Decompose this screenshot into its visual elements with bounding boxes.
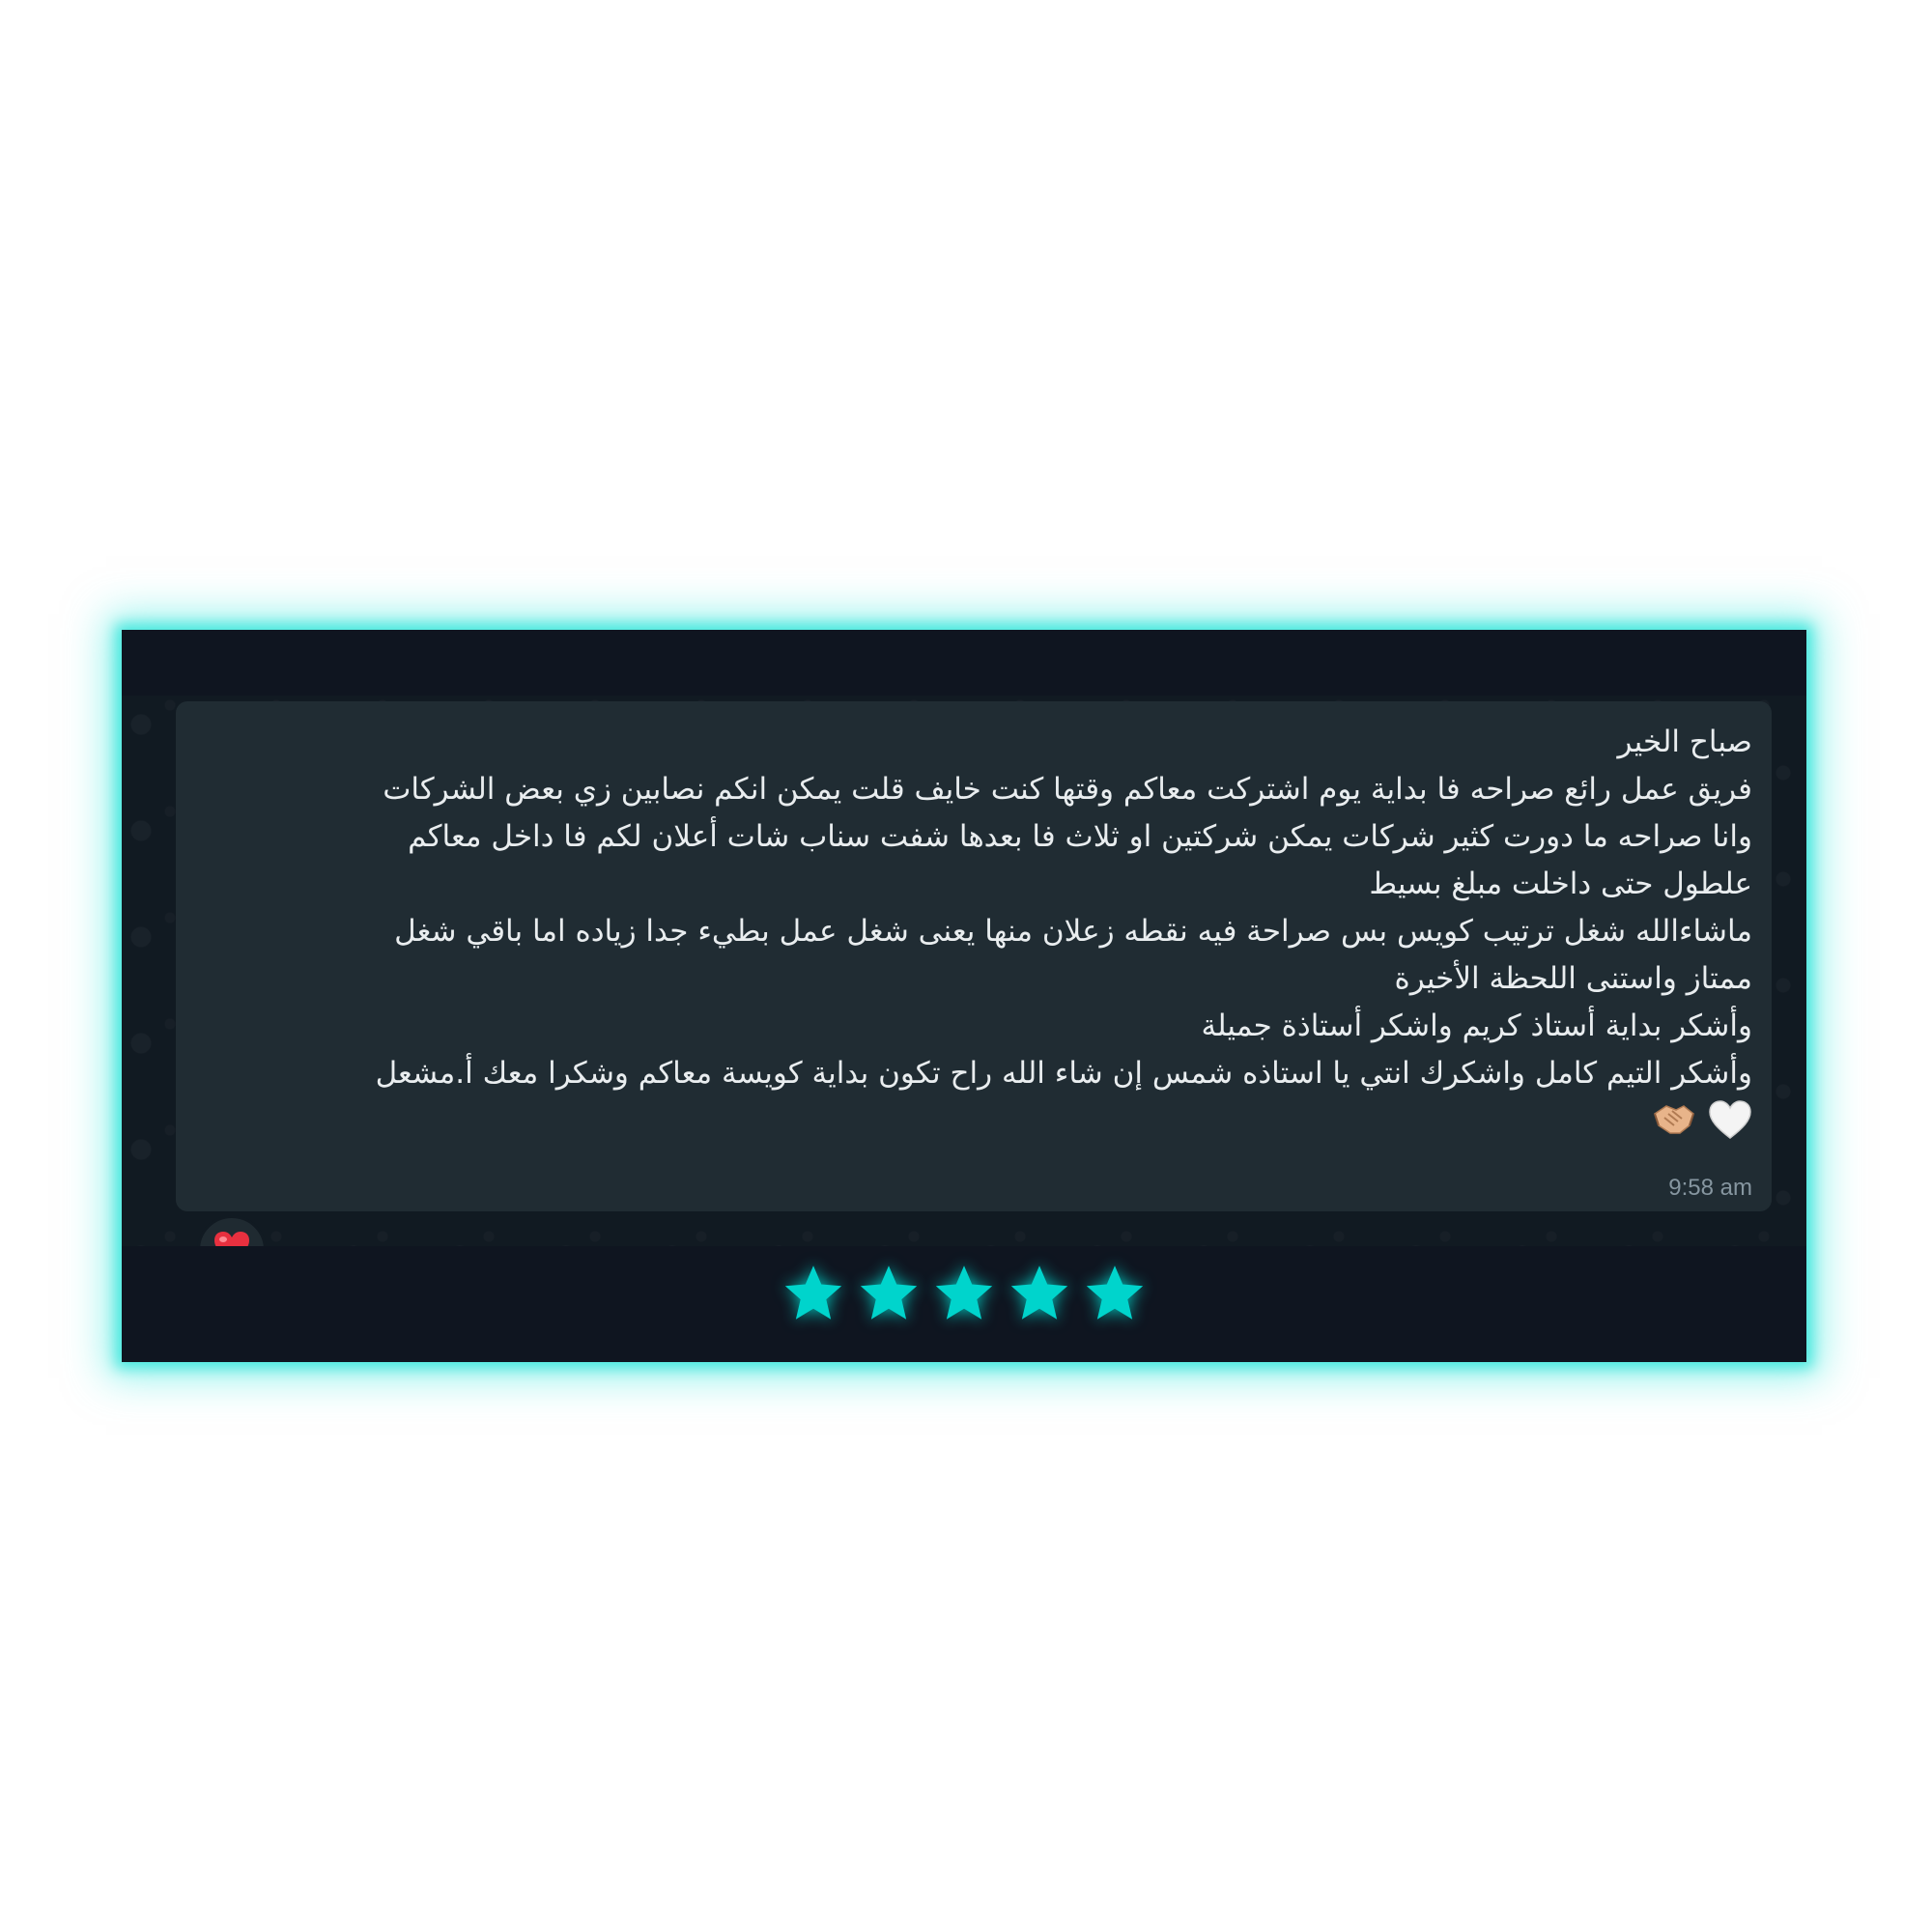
message-line: ماشاءالله شغل ترتيب كويس بس صراحة فيه نق…	[394, 914, 1752, 949]
message-timestamp: 9:58 am	[1668, 1175, 1752, 1201]
red-heart-icon	[213, 1218, 251, 1246]
star-rating	[122, 1262, 1806, 1339]
message-line: وانا صراحه ما دورت كثير شركات يمكن شركتي…	[408, 819, 1752, 854]
message-line: فريق عمل رائع صراحه فا بداية يوم اشتركت …	[383, 772, 1752, 807]
message-line: علطول حتى داخلت مبلغ بسيط	[1369, 867, 1752, 901]
star-icon	[784, 1265, 842, 1320]
star-icon	[1010, 1265, 1068, 1320]
testimonial-card: صباح الخير فريق عمل رائع صراحه فا بداية …	[122, 630, 1806, 1362]
message-line: وأشكر التيم كامل واشكرك انتي يا استاذه ش…	[375, 1056, 1752, 1091]
chat-area: صباح الخير فريق عمل رائع صراحه فا بداية …	[122, 696, 1806, 1246]
star-icon	[860, 1265, 918, 1320]
handshake-icon	[1651, 1100, 1697, 1143]
emoji-row	[199, 1099, 1752, 1150]
white-heart-icon	[1708, 1099, 1752, 1144]
message-line: ممتاز واستنى اللحظة الأخيرة	[1394, 961, 1752, 996]
page: صباح الخير فريق عمل رائع صراحه فا بداية …	[0, 0, 1932, 1932]
message-reaction[interactable]	[197, 1215, 267, 1246]
message-bubble[interactable]: صباح الخير فريق عمل رائع صراحه فا بداية …	[176, 701, 1772, 1211]
message-text: صباح الخير فريق عمل رائع صراحه فا بداية …	[199, 719, 1752, 1097]
message-line: صباح الخير	[1617, 724, 1752, 759]
message-line: وأشكر بداية أستاذ كريم واشكر أستاذة جميل…	[1201, 1009, 1752, 1043]
star-icon	[1086, 1265, 1144, 1320]
star-icon	[935, 1265, 993, 1320]
